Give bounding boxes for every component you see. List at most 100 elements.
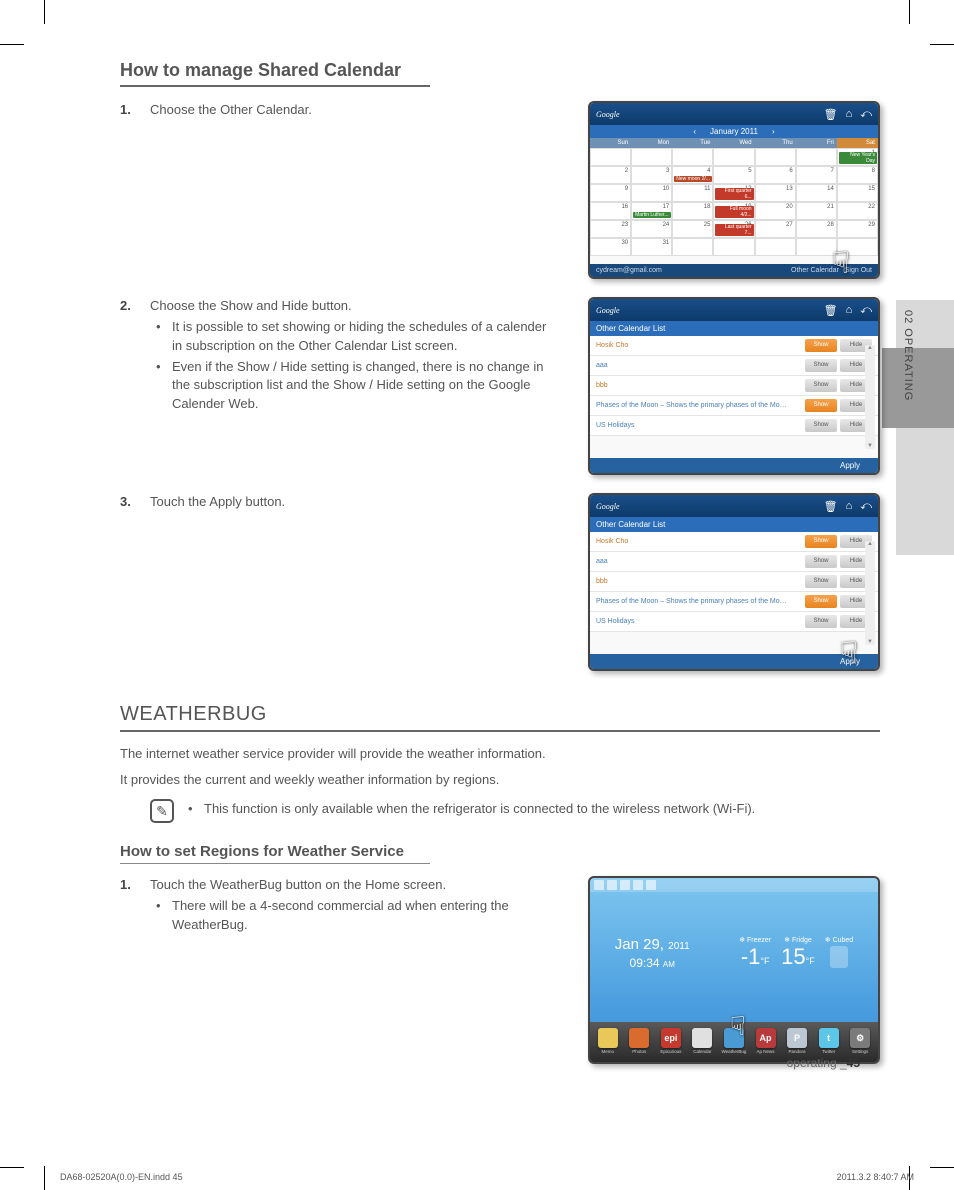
home-icon[interactable]: ⌂: [846, 304, 853, 317]
status-bar: [590, 878, 878, 892]
prev-month-icon[interactable]: ‹: [693, 127, 696, 136]
step-bullet: Even if the Show / Hide setting is chang…: [168, 358, 550, 415]
google-logo: Google: [596, 306, 620, 315]
list-title: Other Calendar List: [590, 517, 878, 532]
step-text: Choose the Other Calendar.: [150, 102, 312, 117]
step-num: 1.: [120, 101, 131, 120]
app-pandora[interactable]: PPandora: [785, 1028, 809, 1056]
show-button[interactable]: Show: [805, 535, 837, 548]
trash-icon[interactable]: 🗑: [824, 304, 838, 317]
app-calendar[interactable]: Calendar: [690, 1028, 714, 1056]
step-num: 3.: [120, 493, 131, 512]
step-1: 1. Choose the Other Calendar.: [120, 101, 550, 291]
calendar-name: Phases of the Moon – Shows the primary p…: [596, 598, 802, 605]
trash-icon[interactable]: 🗑: [824, 108, 838, 121]
calendar-name: bbb: [596, 578, 802, 585]
calendar-name: US Holidays: [596, 618, 802, 625]
subsection-title-regions: How to set Regions for Weather Service: [120, 843, 430, 864]
figure-home-screen: Jan 29, 2011 09:34 AM ❄ Freezer -1°F ❄ F…: [588, 876, 880, 1064]
page-footer: operating _45: [787, 1056, 860, 1070]
show-button[interactable]: Show: [805, 615, 837, 628]
calendar-name: aaa: [596, 362, 802, 369]
calendar-list-row: Hosik ChoShowHide: [590, 336, 878, 356]
calendar-list-row: US HolidaysShowHide: [590, 612, 878, 632]
back-icon[interactable]: ⤺: [860, 108, 872, 121]
calendar-name: Hosik Cho: [596, 538, 802, 545]
google-logo: Google: [596, 502, 620, 511]
home-icon[interactable]: ⌂: [846, 108, 853, 121]
home-date: Jan 29, 2011: [615, 936, 690, 953]
doc-meta-right: 2011.3.2 8:40:7 AM: [837, 1172, 914, 1182]
show-button[interactable]: Show: [805, 399, 837, 412]
calendar-list-row: aaaShowHide: [590, 356, 878, 376]
calendar-list-row: bbbShowHide: [590, 572, 878, 592]
show-button[interactable]: Show: [805, 359, 837, 372]
step-text: Choose the Show and Hide button.: [150, 298, 352, 313]
calendar-name: bbb: [596, 382, 802, 389]
calendar-name: US Holidays: [596, 422, 802, 429]
app-ap-news[interactable]: ApAp News: [754, 1028, 778, 1056]
list-title: Other Calendar List: [590, 321, 878, 336]
home-temps: ❄ Freezer -1°F ❄ Fridge 15°F ❄ Cubed: [739, 936, 853, 970]
home-icon[interactable]: ⌂: [846, 500, 853, 513]
weatherbug-intro-1: The internet weather service provider wi…: [120, 744, 880, 764]
month-label: January 2011: [710, 127, 758, 136]
back-icon[interactable]: ⤺: [860, 304, 872, 317]
app-photos[interactable]: Photos: [627, 1028, 651, 1056]
calendar-list-row: aaaShowHide: [590, 552, 878, 572]
calendar-name: Hosik Cho: [596, 342, 802, 349]
step-num: 2.: [120, 297, 131, 316]
month-bar: ‹ January 2011 ›: [590, 125, 878, 138]
section-title-shared-calendar: How to manage Shared Calendar: [120, 60, 430, 87]
side-tab: 02 OPERATING: [882, 300, 954, 555]
note-icon: ✎: [150, 799, 174, 823]
figure-other-calendar-list: Google 🗑 ⌂ ⤺ Other Calendar List Hosik Cho…: [588, 297, 880, 475]
show-button[interactable]: Show: [805, 339, 837, 352]
scrollbar[interactable]: [865, 541, 875, 645]
app-settings[interactable]: ⚙Settings: [848, 1028, 872, 1056]
home-time: 09:34 AM: [615, 956, 690, 970]
calendar-list-row: bbbShowHide: [590, 376, 878, 396]
section-heading-weatherbug: WEATHERBUG: [120, 703, 880, 732]
show-button[interactable]: Show: [805, 379, 837, 392]
pointer-hand-icon: ☟: [840, 636, 858, 671]
show-button[interactable]: Show: [805, 575, 837, 588]
footer-email: cydream@gmail.com: [596, 267, 662, 274]
header-icons: 🗑 ⌂ ⤺: [824, 108, 872, 121]
pointer-hand-icon: ☟: [832, 246, 850, 279]
google-logo: Google: [596, 110, 620, 119]
step-text: Touch the Apply button.: [150, 494, 285, 509]
app-twitter[interactable]: tTwitter: [817, 1028, 841, 1056]
trash-icon[interactable]: 🗑: [824, 500, 838, 513]
apply-button[interactable]: Apply: [840, 461, 860, 470]
figure-calendar: Google 🗑 ⌂ ⤺ ‹ January 2011 › Sun Mon Tu…: [588, 101, 880, 279]
weatherbug-intro-2: It provides the current and weekly weath…: [120, 770, 880, 790]
next-month-icon[interactable]: ›: [772, 127, 775, 136]
show-button[interactable]: Show: [805, 555, 837, 568]
app-epicurious[interactable]: epiEpicurious: [659, 1028, 683, 1056]
step-bullet: It is possible to set showing or hiding …: [168, 318, 550, 356]
calendar-list-row: US HolidaysShowHide: [590, 416, 878, 436]
calendar-list-row: Phases of the Moon – Shows the primary p…: [590, 396, 878, 416]
show-button[interactable]: Show: [805, 595, 837, 608]
step-num: 1.: [120, 876, 131, 895]
step-2: 2. Choose the Show and Hide button. It i…: [120, 297, 550, 487]
step-text: Touch the WeatherBug button on the Home …: [150, 877, 446, 892]
app-memo[interactable]: Memo: [596, 1028, 620, 1056]
scrollbar[interactable]: [865, 345, 875, 449]
note-box: ✎ This function is only available when t…: [150, 799, 880, 823]
calendar-list-row: Phases of the Moon – Shows the primary p…: [590, 592, 878, 612]
side-tab-label: 02 OPERATING: [902, 310, 914, 401]
note-bullet: This function is only available when the…: [200, 801, 755, 816]
back-icon[interactable]: ⤺: [860, 500, 872, 513]
figure-other-calendar-list-apply: Google 🗑 ⌂ ⤺ Other Calendar List Hosik Cho…: [588, 493, 880, 671]
step-bullet: There will be a 4-second commercial ad w…: [168, 897, 550, 935]
step-3: 3. Touch the Apply button.: [120, 493, 550, 683]
pointer-hand-icon: ☟: [730, 1011, 746, 1042]
calendar-name: Phases of the Moon – Shows the primary p…: [596, 402, 802, 409]
show-button[interactable]: Show: [805, 419, 837, 432]
calendar-grid: Sun Mon Tue Wed Thu Fri Sat 1New Year's …: [590, 138, 878, 256]
calendar-name: aaa: [596, 558, 802, 565]
weather-step-1: 1. Touch the WeatherBug button on the Ho…: [120, 876, 550, 1076]
calendar-list-row: Hosik ChoShowHide: [590, 532, 878, 552]
